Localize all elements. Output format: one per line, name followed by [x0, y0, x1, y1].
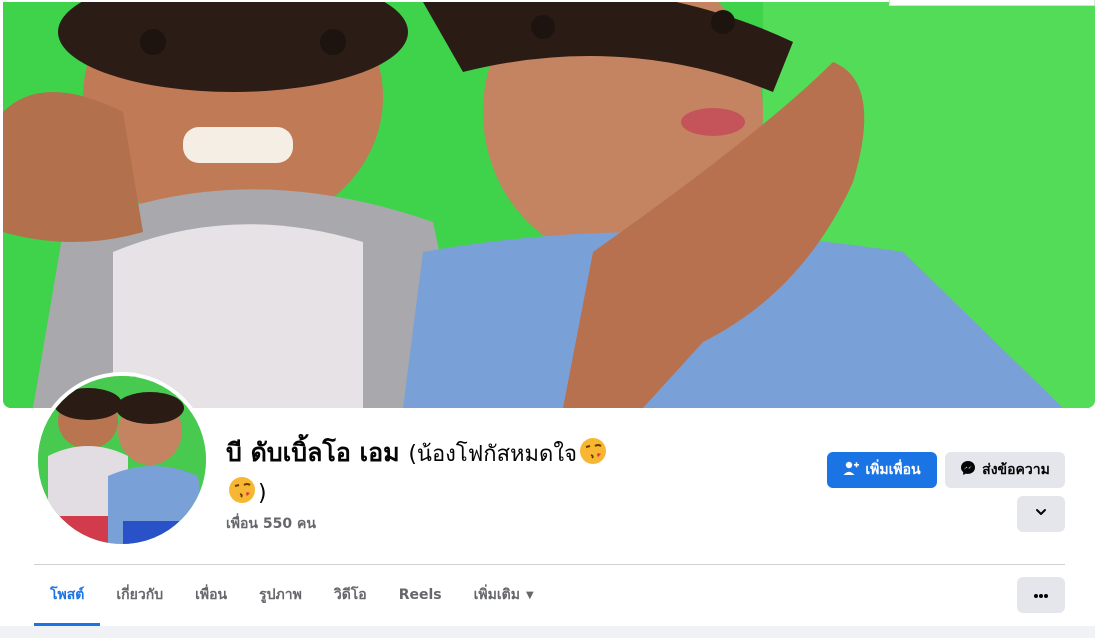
profile-name-text: บี ดับเบิ้ลโอ เอม [226, 438, 400, 467]
tab-label: รูปภาพ [259, 587, 302, 603]
tab-more[interactable]: เพิ่มเติม ▼ [458, 566, 550, 624]
profile-avatar[interactable] [34, 372, 210, 548]
nickname-close: ) [258, 481, 267, 506]
person-add-icon [843, 460, 860, 480]
avatar-photo [38, 376, 206, 544]
profile-name: บี ดับเบิ้ลโอ เอม (น้องโฟกัสหมดใจ) [226, 434, 706, 512]
top-corner-panel [889, 0, 1095, 6]
nickname-open: (น้องโฟกัสหมดใจ [408, 442, 577, 467]
caret-down-icon: ▼ [525, 589, 534, 601]
page-background-strip [0, 626, 1095, 638]
kissing-face-emoji-icon [227, 475, 257, 505]
tab-photos[interactable]: รูปภาพ [243, 566, 318, 624]
tab-label: Reels [398, 587, 442, 603]
chevron-down-icon [1034, 505, 1048, 523]
more-options-button[interactable] [1017, 577, 1065, 613]
messenger-icon [960, 460, 976, 480]
profile-page: บี ดับเบิ้ลโอ เอม (น้องโฟกัสหมดใจ) เพื่อ… [0, 0, 1095, 638]
message-button[interactable]: ส่งข้อความ [945, 452, 1065, 488]
tab-label: เกี่ยวกับ [116, 587, 164, 603]
friends-count[interactable]: เพื่อน 550 คน [226, 513, 316, 535]
tabs-divider [34, 564, 1065, 565]
tab-friends[interactable]: เพื่อน [179, 566, 243, 624]
tab-posts[interactable]: โพสต์ [34, 566, 101, 626]
tab-label: เพื่อน [195, 587, 228, 603]
tab-about[interactable]: เกี่ยวกับ [100, 566, 179, 624]
kissing-face-emoji-icon [578, 436, 608, 466]
tab-videos[interactable]: วิดีโอ [318, 566, 383, 624]
tab-label: เพิ่มเติม [473, 587, 520, 603]
cover-photo[interactable] [3, 2, 1095, 408]
tab-label: วิดีโอ [333, 587, 367, 603]
profile-options-button[interactable] [1017, 496, 1065, 532]
more-horizontal-icon [1033, 587, 1049, 603]
tab-label: โพสต์ [50, 587, 85, 603]
message-label: ส่งข้อความ [982, 462, 1050, 478]
add-friend-label: เพิ่มเพื่อน [865, 462, 921, 478]
tab-reels[interactable]: Reels [383, 566, 458, 624]
profile-tabs: โพสต์ เกี่ยวกับ เพื่อน รูปภาพ วิดีโอ Ree… [34, 566, 550, 626]
add-friend-button[interactable]: เพิ่มเพื่อน [827, 452, 937, 488]
